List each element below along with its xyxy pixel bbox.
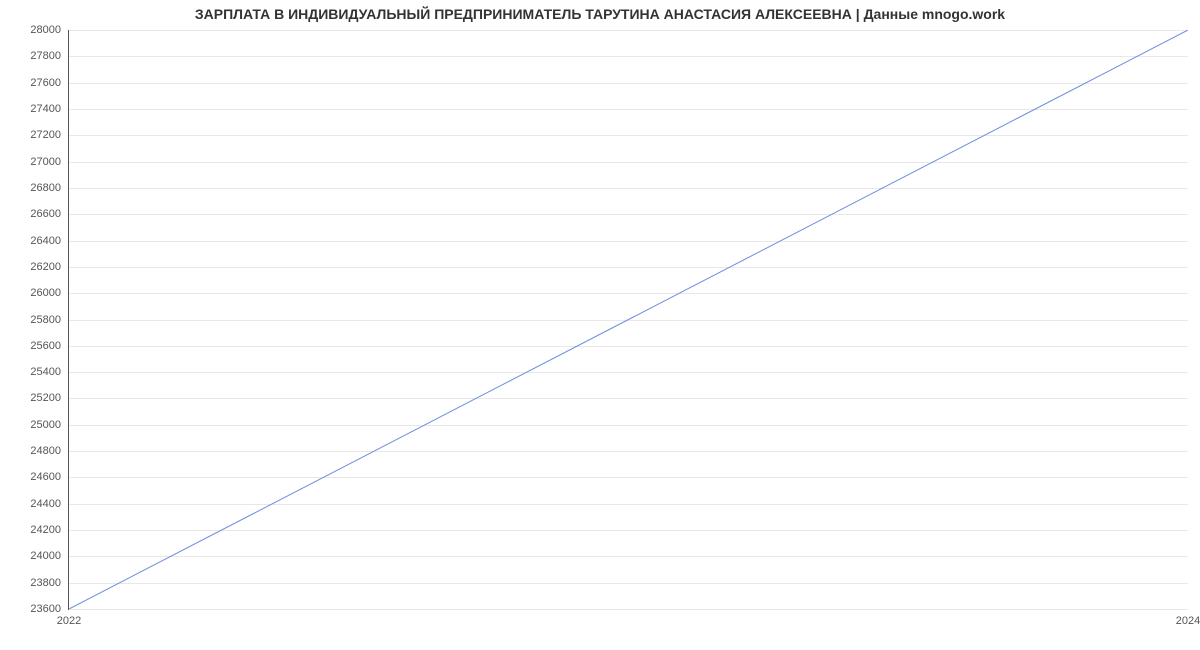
y-tick-label: 28000 xyxy=(30,24,69,36)
x-tick-label: 2022 xyxy=(57,609,81,627)
y-tick-label: 27600 xyxy=(30,77,69,89)
y-tick-label: 24400 xyxy=(30,498,69,510)
y-tick-label: 25400 xyxy=(30,366,69,378)
data-series-line xyxy=(69,30,1188,609)
y-tick-label: 24800 xyxy=(30,445,69,457)
y-tick-label: 27800 xyxy=(30,50,69,62)
y-tick-label: 25800 xyxy=(30,314,69,326)
y-tick-label: 24200 xyxy=(30,524,69,536)
y-tick-label: 26800 xyxy=(30,182,69,194)
y-tick-label: 24000 xyxy=(30,550,69,562)
y-tick-label: 26200 xyxy=(30,261,69,273)
grid-line xyxy=(69,609,1188,610)
y-tick-label: 27200 xyxy=(30,129,69,141)
y-tick-label: 25600 xyxy=(30,340,69,352)
plot-area: 2360023800240002420024400246002480025000… xyxy=(68,30,1188,610)
y-tick-label: 27000 xyxy=(30,156,69,168)
y-tick-label: 23800 xyxy=(30,577,69,589)
y-tick-label: 24600 xyxy=(30,471,69,483)
y-tick-label: 27400 xyxy=(30,103,69,115)
y-tick-label: 25000 xyxy=(30,419,69,431)
y-tick-label: 26400 xyxy=(30,235,69,247)
chart-container: ЗАРПЛАТА В ИНДИВИДУАЛЬНЫЙ ПРЕДПРИНИМАТЕЛ… xyxy=(0,0,1200,650)
y-tick-label: 26600 xyxy=(30,208,69,220)
y-tick-label: 26000 xyxy=(30,287,69,299)
chart-title: ЗАРПЛАТА В ИНДИВИДУАЛЬНЫЙ ПРЕДПРИНИМАТЕЛ… xyxy=(0,6,1200,22)
x-tick-label: 2024 xyxy=(1176,609,1200,627)
line-layer xyxy=(69,30,1188,609)
y-tick-label: 25200 xyxy=(30,392,69,404)
